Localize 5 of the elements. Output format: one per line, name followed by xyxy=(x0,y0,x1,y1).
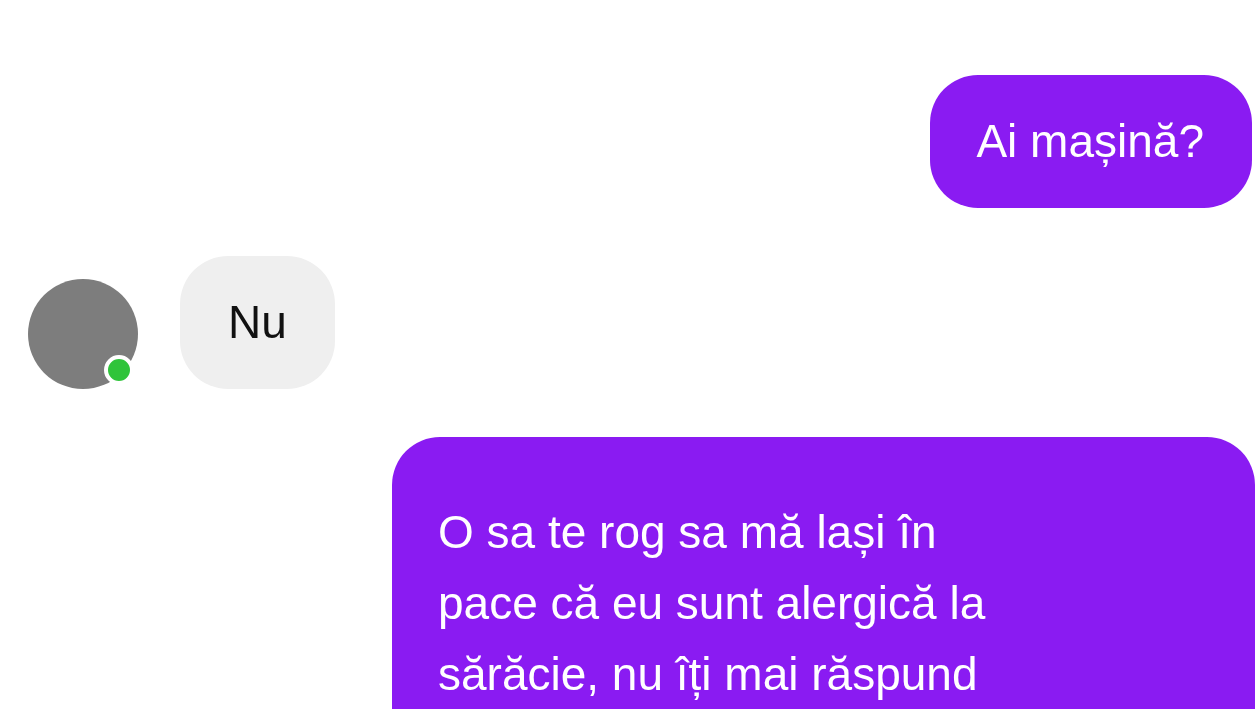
message-text: Ai mașină? xyxy=(976,114,1204,169)
message-text: Nu xyxy=(228,295,287,350)
message-text: O sa te rog sa mă lași în xyxy=(438,505,938,560)
message-text: sărăcie, nu îți mai răspund xyxy=(438,647,979,702)
message-text: pace că eu sunt alergică la xyxy=(438,576,987,631)
